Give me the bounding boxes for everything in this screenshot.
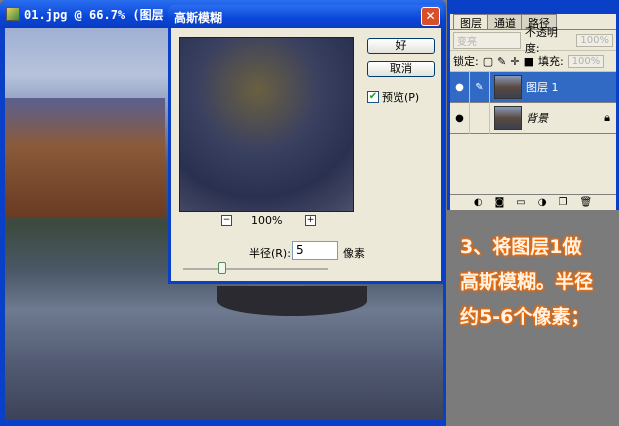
layer-thumbnail <box>494 106 522 130</box>
lock-all-icon[interactable]: ■ <box>524 55 534 68</box>
radius-slider-thumb[interactable] <box>218 262 226 274</box>
brush-icon: ✎ <box>470 71 490 103</box>
mask-icon[interactable]: ◙ <box>495 197 505 208</box>
zoom-level: 100% <box>251 214 283 227</box>
layers-panel: 图层 通道 路径 变亮 不透明度: 100% 锁定: ▢ ✎ ✛ ■ 填充: 1… <box>447 0 619 210</box>
preview-checkbox[interactable]: ✔ 预览(P) <box>367 89 419 105</box>
instruction-line: 3、将图层1做 <box>460 236 582 258</box>
layer-thumbnail <box>494 75 522 99</box>
lock-row: 锁定: ▢ ✎ ✛ ■ 填充: 100% <box>450 51 616 72</box>
opacity-input[interactable]: 100% <box>576 33 613 47</box>
blend-mode-select[interactable]: 变亮 <box>453 31 521 49</box>
dialog-title: 高斯模糊 <box>174 11 223 25</box>
close-button[interactable]: ✕ <box>421 7 440 26</box>
eye-icon[interactable]: ● <box>450 71 470 103</box>
tab-layers[interactable]: 图层 <box>453 14 489 30</box>
layer-name: 背景 <box>526 112 548 125</box>
preview-label: 预览(P) <box>382 91 420 104</box>
zoom-in-button[interactable]: + <box>305 215 316 226</box>
layer-row[interactable]: ● ✎ 图层 1 <box>450 71 616 103</box>
trash-icon[interactable]: 🗑︎ <box>579 197 592 208</box>
adjustment-icon[interactable]: ◑ <box>538 197 547 208</box>
instruction-text: 3、将图层1做 高斯模糊。半径 约5-6个像素； <box>460 230 593 335</box>
panel-footer: ◐ ◙ ▭ ◑ ❐ 🗑︎ <box>450 194 616 210</box>
checkmark-icon: ✔ <box>367 91 379 103</box>
layer-style-icon[interactable]: ◐ <box>474 197 483 208</box>
zoom-out-button[interactable]: − <box>221 215 232 226</box>
photoshop-doc-icon <box>6 7 20 21</box>
panel-titlebar[interactable] <box>450 0 616 14</box>
fill-input[interactable]: 100% <box>567 54 605 68</box>
cancel-button[interactable]: 取消 <box>367 61 435 77</box>
layer-name: 图层 1 <box>526 81 559 94</box>
document-title: 01.jpg @ 66.7% (图层 1 <box>24 7 179 22</box>
instruction-line: 高斯模糊。半径 <box>460 271 594 293</box>
ok-button[interactable]: 好 <box>367 38 435 54</box>
folder-icon[interactable]: ▭ <box>516 197 525 208</box>
blur-preview[interactable] <box>179 37 354 212</box>
tab-channels[interactable]: 通道 <box>487 14 523 30</box>
gaussian-blur-dialog: 高斯模糊 ✕ 好 取消 ✔ 预览(P) − 100% + 半径(R): 5 像素 <box>168 5 444 284</box>
image-houses <box>5 98 165 218</box>
link-slot <box>470 102 490 134</box>
lock-label: 锁定: <box>453 55 479 68</box>
blend-row: 变亮 不透明度: 100% <box>450 26 616 55</box>
lock-transparency-icon[interactable]: ▢ <box>483 55 493 68</box>
radius-label: 半径(R): <box>249 247 291 260</box>
lock-brush-icon[interactable]: ✎ <box>497 55 506 68</box>
eye-icon[interactable]: ● <box>450 102 470 134</box>
new-layer-icon[interactable]: ❐ <box>558 197 567 208</box>
instruction-line: 约5-6个像素； <box>460 306 590 328</box>
image-boat <box>217 286 367 316</box>
lock-move-icon[interactable]: ✛ <box>510 55 519 68</box>
radius-input[interactable]: 5 <box>292 241 338 260</box>
dialog-titlebar[interactable]: 高斯模糊 ✕ <box>168 5 444 28</box>
radius-slider-track[interactable] <box>183 268 328 270</box>
radius-unit: 像素 <box>343 247 365 260</box>
lock-icon: 🔒︎ <box>604 111 610 124</box>
fill-label: 填充: <box>537 55 564 68</box>
layer-row[interactable]: ● 背景 🔒︎ <box>450 102 616 134</box>
opacity-label: 不透明度: <box>524 26 558 55</box>
